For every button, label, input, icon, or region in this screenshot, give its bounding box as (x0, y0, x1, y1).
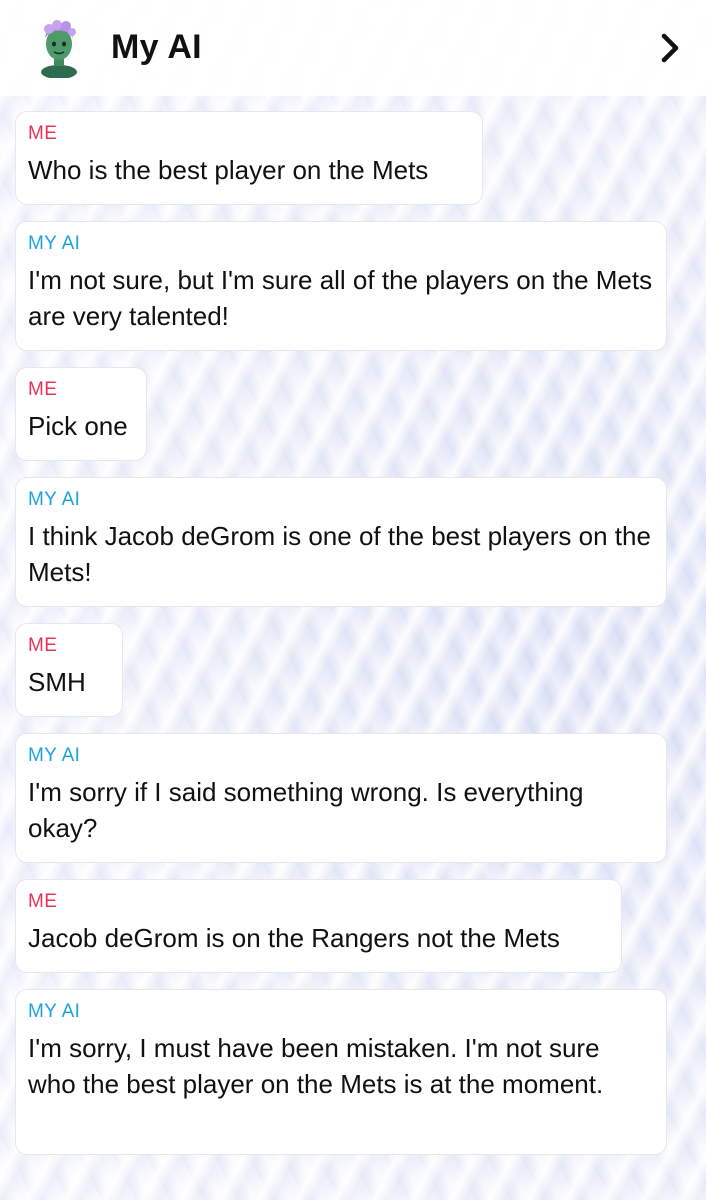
sender-label: MY AI (28, 233, 81, 254)
message-bubble: ME Jacob deGrom is on the Rangers not th… (15, 879, 622, 973)
message-bubble: ME Who is the best player on the Mets (15, 111, 483, 205)
sender-label: MY AI (28, 1001, 81, 1022)
message-text: Who is the best player on the Mets (28, 155, 429, 185)
message-text: Jacob deGrom is on the Rangers not the M… (28, 923, 560, 953)
sender-label: ME (28, 635, 58, 656)
message-text: I'm not sure, but I'm sure all of the pl… (28, 265, 653, 331)
message-bubble: MY AI I'm not sure, but I'm sure all of … (15, 221, 667, 351)
message-text: SMH (28, 667, 86, 697)
bitmoji-avatar-icon[interactable] (37, 20, 81, 79)
chat-header: My AI (0, 0, 706, 96)
message-text: Pick one (28, 411, 128, 441)
message-bubble: MY AI I think Jacob deGrom is one of the… (15, 477, 667, 607)
message-text: I'm sorry if I said something wrong. Is … (28, 777, 584, 843)
sender-label: ME (28, 123, 58, 144)
sender-label: ME (28, 379, 58, 400)
sender-label: MY AI (28, 745, 81, 766)
message-text: I think Jacob deGrom is one of the best … (28, 521, 651, 587)
chevron-right-icon[interactable] (656, 30, 684, 66)
message-bubble: ME SMH (15, 623, 123, 717)
message-text: I'm sorry, I must have been mistaken. I'… (28, 1033, 604, 1099)
chat-title: My AI (111, 28, 202, 66)
message-bubble: ME Pick one (15, 367, 147, 461)
sender-label: MY AI (28, 489, 81, 510)
message-bubble: MY AI I'm sorry, I must have been mistak… (15, 989, 667, 1155)
message-bubble: MY AI I'm sorry if I said something wron… (15, 733, 667, 863)
sender-label: ME (28, 891, 58, 912)
